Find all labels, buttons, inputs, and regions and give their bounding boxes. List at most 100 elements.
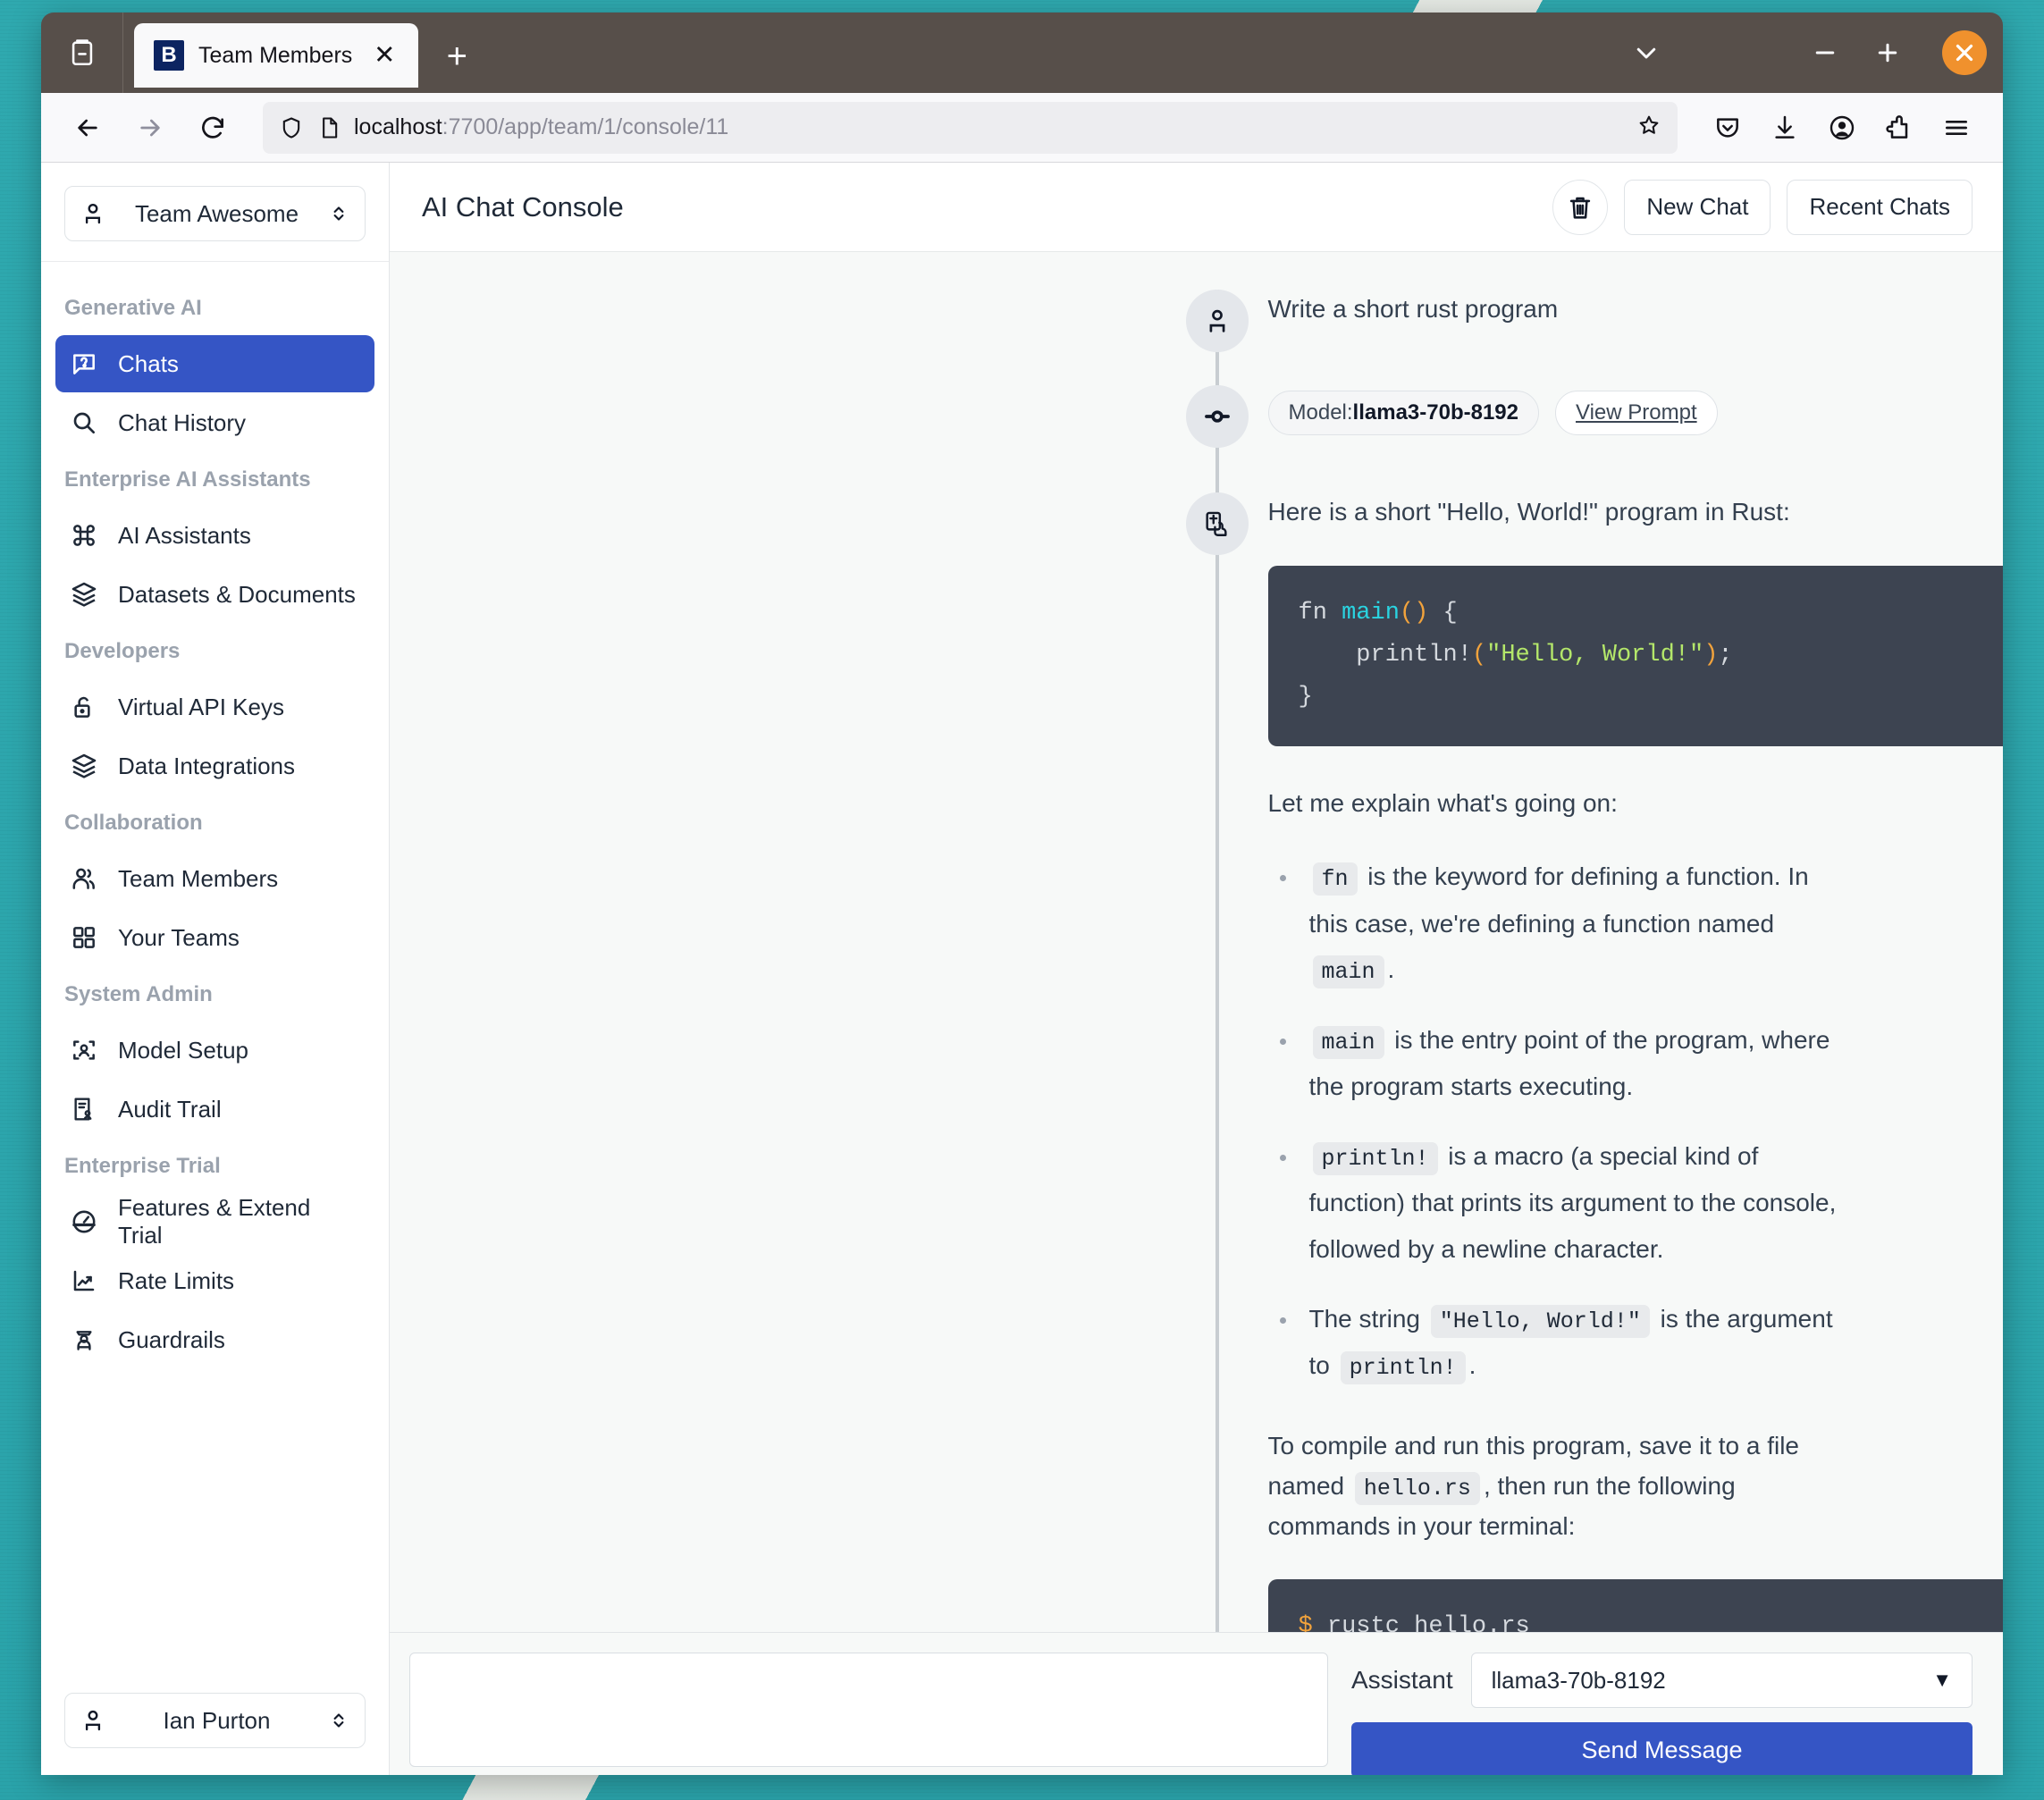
up-down-chevron-icon <box>327 202 350 225</box>
inline-code: hello.rs <box>1354 1471 1480 1505</box>
close-button[interactable] <box>1942 30 1987 75</box>
extensions-icon[interactable] <box>1872 101 1926 155</box>
new-tab-icon[interactable]: + <box>431 30 483 82</box>
layers-icon <box>70 752 98 780</box>
shield-icon <box>282 116 300 139</box>
up-down-chevron-icon <box>327 1709 350 1732</box>
inline-code: fn <box>1312 862 1358 896</box>
sidebar-item-label: Guardrails <box>118 1325 225 1353</box>
model-info-row: Model: llama3-70b-8192 View Prompt <box>437 385 1956 449</box>
team-selector[interactable]: Team Awesome <box>64 186 366 241</box>
sidebar-item-label: Datasets & Documents <box>118 580 356 608</box>
document-person-icon <box>70 1095 98 1123</box>
message-input[interactable] <box>409 1653 1328 1767</box>
code-block-rust: Copy fn main() { println!("Hello, World!… <box>1267 565 2003 746</box>
sidebar-item-label: Model Setup <box>118 1036 248 1064</box>
user-message-text: Write a short rust program <box>1267 295 1559 323</box>
sidebar-item-data-integrations[interactable]: Data Integrations <box>55 737 374 795</box>
sidebar-item-datasets-documents[interactable]: Datasets & Documents <box>55 566 374 623</box>
hamburger-menu-icon[interactable] <box>1930 101 1983 155</box>
inline-code: println! <box>1312 1141 1438 1175</box>
assistant-message-body: Here is a short "Hello, World!" program … <box>1267 492 2003 1632</box>
list-item-text: The string <box>1308 1304 1427 1333</box>
sidebar-item-model-setup[interactable]: Model Setup <box>55 1022 374 1079</box>
explanation-list: fn is the keyword for defining a functio… <box>1268 854 1840 1389</box>
sidebar-item-features-extend-trial[interactable]: Features & Extend Trial <box>55 1193 374 1250</box>
chevron-down-icon[interactable] <box>1619 25 1674 80</box>
search-icon <box>70 408 98 437</box>
model-name: llama3-70b-8192 <box>1352 400 1518 425</box>
url-path: :7700/app/team/1/console/11 <box>442 114 729 139</box>
view-prompt-button[interactable]: View Prompt <box>1555 391 1718 436</box>
assistant-select[interactable]: llama3-70b-8192 ▼ <box>1470 1653 1973 1708</box>
code-block-content: $ rustc hello.rs <box>1299 1606 2004 1632</box>
sidebar-item-your-teams[interactable]: Your Teams <box>55 909 374 966</box>
users-icon <box>70 864 98 893</box>
download-icon[interactable] <box>1758 101 1812 155</box>
sidebar-item-label: Team Members <box>118 864 279 892</box>
nav-group-title-system-admin: System Admin <box>64 982 213 1006</box>
back-arrow-icon[interactable] <box>61 101 114 155</box>
assistant-label: Assistant <box>1351 1666 1453 1694</box>
account-icon[interactable] <box>1815 101 1869 155</box>
shell-command: rustc hello.rs <box>1326 1612 1530 1632</box>
sidebar-item-label: Chat History <box>118 408 247 436</box>
code-block-content: fn main() { println!("Hello, World!"); } <box>1298 599 1733 711</box>
sidebar-item-rate-limits[interactable]: Rate Limits <box>55 1252 374 1309</box>
url-bar[interactable]: localhost:7700/app/team/1/console/11 <box>263 101 1678 154</box>
recent-chats-button[interactable]: Recent Chats <box>1787 179 1973 235</box>
sidebar-item-label: Virtual API Keys <box>118 693 284 720</box>
assistant-select-value: llama3-70b-8192 <box>1491 1666 1666 1694</box>
list-item-text: . <box>1468 1350 1476 1379</box>
model-chip: Model: llama3-70b-8192 <box>1267 391 1539 436</box>
sidebar-nav: Generative AI Chats Chat History Enterpr… <box>41 262 389 1675</box>
composer-controls: Assistant llama3-70b-8192 ▼ Send Message <box>1351 1653 1973 1775</box>
user-selector-container: Ian Purton <box>41 1675 389 1775</box>
message-composer: Assistant llama3-70b-8192 ▼ Send Message <box>390 1632 2003 1775</box>
shell-prompt: $ <box>1298 1612 1313 1632</box>
tab-close-icon[interactable]: ✕ <box>366 38 402 73</box>
star-icon[interactable] <box>1636 113 1661 142</box>
browser-tab[interactable]: B Team Members ✕ <box>134 23 419 88</box>
sidebar-item-chat-history[interactable]: Chat History <box>55 394 374 451</box>
sidebar-item-chats[interactable]: Chats <box>55 335 374 392</box>
browser-toolbar-right <box>1701 101 1983 155</box>
minimize-button[interactable] <box>1797 25 1853 80</box>
gauge-icon <box>70 1207 98 1236</box>
sidebar-item-ai-assistants[interactable]: AI Assistants <box>55 507 374 564</box>
sidebar-item-label: Audit Trail <box>118 1095 222 1123</box>
send-message-button[interactable]: Send Message <box>1351 1722 1973 1775</box>
sidebar: Team Awesome Generative AI Chats Chat Hi… <box>41 163 390 1775</box>
new-chat-button[interactable]: New Chat <box>1624 179 1771 235</box>
trash-icon[interactable] <box>1552 179 1609 235</box>
tab-title: Team Members <box>198 42 353 68</box>
page-header: AI Chat Console New Chat Recent Chats <box>390 163 2003 252</box>
user-message: Write a short rust program <box>437 290 1956 352</box>
user-selector[interactable]: Ian Purton <box>64 1693 366 1748</box>
inline-code: main <box>1312 955 1384 989</box>
sidebar-item-team-members[interactable]: Team Members <box>55 850 374 907</box>
window-controls <box>1619 13 2003 93</box>
list-item-text: is the entry point of the program, where… <box>1308 1025 1830 1100</box>
page-icon <box>323 116 338 139</box>
node-icon <box>1185 385 1249 449</box>
sidebar-item-audit-trail[interactable]: Audit Trail <box>55 1081 374 1138</box>
conversation-scroll[interactable]: Write a short rust program Model: llama3-… <box>390 252 2003 1632</box>
sidebar-item-label: Data Integrations <box>118 752 296 779</box>
assistant-message: Here is a short "Hello, World!" program … <box>437 492 2003 1632</box>
unlock-icon <box>70 693 98 721</box>
explain-lead-text: Let me explain what's going on: <box>1267 788 1618 817</box>
view-prompt-label: View Prompt <box>1576 400 1697 425</box>
forward-arrow-icon[interactable] <box>123 101 177 155</box>
sidebar-item-virtual-api-keys[interactable]: Virtual API Keys <box>55 678 374 736</box>
list-item-text: . <box>1387 955 1395 984</box>
tab-list-icon[interactable] <box>41 13 123 93</box>
maximize-button[interactable] <box>1860 25 1915 80</box>
sidebar-item-guardrails[interactable]: Guardrails <box>55 1311 374 1368</box>
person-icon <box>80 1707 106 1734</box>
browser-window: B Team Members ✕ + localhost:7700/app/te… <box>41 13 2003 1775</box>
sidebar-item-label: AI Assistants <box>118 521 251 549</box>
nav-group-title-generative-ai: Generative AI <box>64 296 202 320</box>
reload-icon[interactable] <box>186 101 240 155</box>
pocket-icon[interactable] <box>1701 101 1754 155</box>
